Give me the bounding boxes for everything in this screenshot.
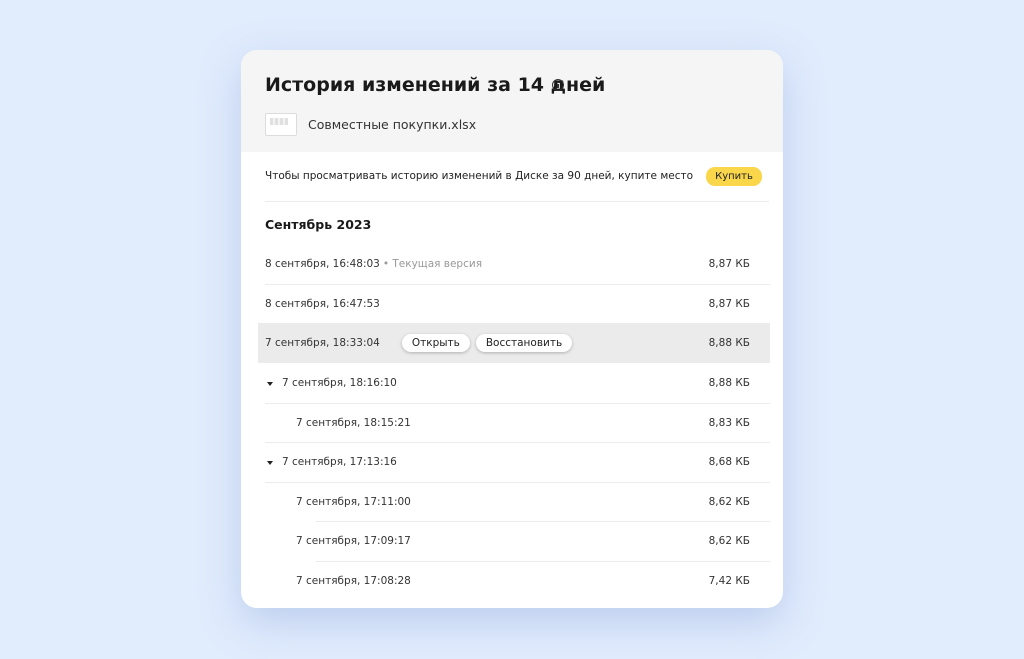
file-thumbnail-icon	[265, 113, 297, 136]
version-history-dialog: История изменений за 14 дней Совместные …	[241, 50, 783, 608]
version-row-selected[interactable]: 7 сентября, 18:33:04 Открыть Восстановит…	[258, 323, 770, 363]
version-group-row[interactable]: 7 сентября, 17:13:16 8,68 КБ	[265, 442, 770, 482]
version-size: 8,83 КБ	[708, 417, 750, 429]
version-row-child[interactable]: 7 сентября, 17:09:17 8,62 КБ	[296, 521, 770, 561]
version-row[interactable]: 8 сентября, 16:47:53 8,87 КБ	[265, 284, 770, 324]
version-size: 7,42 КБ	[708, 575, 750, 587]
version-size: 8,88 КБ	[708, 337, 750, 349]
collapse-caret-icon[interactable]	[267, 381, 273, 386]
storage-promo: Чтобы просматривать историю изменений в …	[265, 152, 769, 202]
buy-button[interactable]: Купить	[706, 167, 762, 186]
promo-text: Чтобы просматривать историю изменений в …	[265, 170, 694, 182]
version-group-row[interactable]: 7 сентября, 18:16:10 8,88 КБ	[265, 363, 770, 403]
version-row-child[interactable]: 7 сентября, 17:11:00 8,62 КБ	[296, 482, 770, 522]
version-date: 8 сентября, 16:48:03	[265, 258, 380, 270]
version-date: 7 сентября, 18:16:10	[282, 377, 397, 389]
dialog-header: История изменений за 14 дней Совместные …	[241, 50, 783, 152]
version-date: 7 сентября, 17:13:16	[282, 456, 397, 468]
version-date: 8 сентября, 16:47:53	[265, 298, 380, 310]
current-version-label: • Текущая версия	[382, 258, 483, 270]
info-icon[interactable]	[552, 79, 564, 91]
collapse-caret-icon[interactable]	[267, 460, 273, 465]
restore-version-button[interactable]: Восстановить	[475, 334, 573, 352]
month-heading: Сентябрь 2023	[265, 217, 372, 232]
version-row[interactable]: 8 сентября, 16:48:03 • Текущая версия 8,…	[265, 244, 770, 284]
version-size: 8,88 КБ	[708, 377, 750, 389]
version-date: 7 сентября, 18:33:04	[265, 337, 380, 349]
version-size: 8,68 КБ	[708, 456, 750, 468]
version-size: 8,62 КБ	[708, 496, 750, 508]
version-size: 8,87 КБ	[708, 298, 750, 310]
version-date: 7 сентября, 18:15:21	[296, 417, 411, 429]
version-date: 7 сентября, 17:09:17	[296, 535, 411, 547]
version-date: 7 сентября, 17:11:00	[296, 496, 411, 508]
version-size: 8,87 КБ	[708, 258, 750, 270]
version-row-child[interactable]: 7 сентября, 18:15:21 8,83 КБ	[296, 403, 770, 443]
open-version-button[interactable]: Открыть	[401, 334, 470, 352]
version-row-child[interactable]: 7 сентября, 17:08:28 7,42 КБ	[296, 561, 770, 601]
version-date: 7 сентября, 17:08:28	[296, 575, 411, 587]
file-name: Совместные покупки.xlsx	[308, 117, 477, 132]
version-size: 8,62 КБ	[708, 535, 750, 547]
